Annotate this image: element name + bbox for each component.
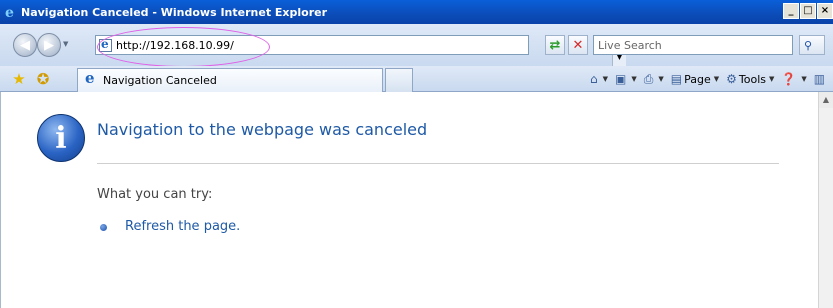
- refresh-icon: ⇄: [549, 37, 561, 53]
- command-bar: ⌂ ▼ ▣ ▼ ⎙ ▼ ▤ Page ▼ ⚙ Tools ▼ ❓ ▼ ▥: [590, 70, 833, 88]
- stop-button[interactable]: ✕: [568, 35, 588, 55]
- bullet-icon: [100, 224, 107, 231]
- tab-label: Navigation Canceled: [103, 74, 217, 87]
- close-button[interactable]: ×: [817, 3, 833, 19]
- search-button[interactable]: ⚲: [799, 35, 825, 55]
- stop-icon: ✕: [572, 37, 584, 53]
- home-button[interactable]: ⌂ ▼: [590, 72, 608, 86]
- research-icon: ▥: [813, 72, 826, 86]
- add-favorites-icon[interactable]: ✪: [35, 71, 51, 87]
- back-button[interactable]: ◀: [13, 33, 37, 57]
- window-title: Navigation Canceled - Windows Internet E…: [21, 5, 328, 19]
- try-label: What you can try:: [97, 187, 213, 202]
- print-dropdown-icon: ▼: [658, 75, 664, 83]
- forward-button[interactable]: ▶: [37, 33, 61, 57]
- ie-logo-icon: e: [3, 4, 19, 20]
- page-menu-label: Page: [684, 72, 711, 86]
- search-icon: ⚲: [804, 38, 813, 52]
- page-heading: Navigation to the webpage was canceled: [97, 120, 428, 139]
- maximize-button[interactable]: □: [800, 3, 816, 19]
- research-button[interactable]: ▥: [814, 72, 827, 86]
- minimize-button[interactable]: _: [783, 3, 799, 19]
- info-icon: i: [37, 114, 85, 162]
- search-placeholder: Live Search: [598, 38, 662, 52]
- feeds-dropdown-icon: ▼: [631, 75, 637, 83]
- page-content: i Navigation to the webpage was canceled…: [0, 92, 818, 308]
- tab-page-icon: [84, 69, 99, 88]
- tools-menu-label: Tools: [738, 72, 766, 86]
- tab-navigation-canceled[interactable]: Navigation Canceled: [77, 68, 383, 92]
- tools-menu-button[interactable]: ⚙ Tools ▼: [726, 72, 774, 86]
- help-icon: ❓: [781, 72, 797, 86]
- forward-arrow-icon: ▶: [44, 37, 54, 53]
- print-button[interactable]: ⎙ ▼: [644, 72, 664, 87]
- svg-text:e: e: [5, 5, 14, 19]
- page-icon: [99, 37, 112, 52]
- feeds-button[interactable]: ▣ ▼: [615, 72, 637, 86]
- feeds-icon: ▣: [615, 72, 627, 86]
- tab-row: ★ ✪ Navigation Canceled ⌂ ▼ ▣ ▼ ⎙ ▼ ▤ Pa…: [0, 66, 833, 92]
- help-button[interactable]: ❓ ▼: [781, 72, 806, 86]
- page-menu-button[interactable]: ▤ Page ▼: [671, 72, 719, 86]
- address-row: ◀ ▶ ▼ http://192.168.10.99/ ▼ ⇄ ✕ Live S…: [0, 24, 833, 66]
- home-dropdown-icon: ▼: [602, 75, 609, 83]
- recent-pages-dropdown-icon[interactable]: ▼: [63, 40, 68, 48]
- tools-dropdown-icon: ▼: [769, 75, 775, 83]
- refresh-button[interactable]: ⇄: [545, 35, 565, 55]
- help-dropdown-icon: ▼: [801, 75, 807, 83]
- page-dropdown-icon: ▼: [713, 75, 720, 83]
- new-tab-button[interactable]: [385, 68, 413, 92]
- url-text[interactable]: http://192.168.10.99/: [116, 39, 234, 52]
- window-controls: _ □ ×: [782, 3, 833, 19]
- title-bar: e Navigation Canceled - Windows Internet…: [0, 0, 833, 24]
- scroll-up-arrow-icon[interactable]: ▲: [819, 92, 833, 108]
- vertical-scrollbar[interactable]: ▲: [818, 92, 833, 308]
- print-icon: ⎙: [643, 71, 654, 86]
- home-icon: ⌂: [590, 72, 598, 86]
- page-menu-icon: ▤: [670, 72, 683, 86]
- refresh-page-link[interactable]: Refresh the page.: [125, 219, 240, 234]
- favorites-star-icon[interactable]: ★: [11, 71, 27, 87]
- search-input[interactable]: Live Search: [593, 35, 793, 55]
- back-arrow-icon: ◀: [20, 37, 30, 53]
- address-bar[interactable]: http://192.168.10.99/ ▼: [95, 35, 626, 66]
- gear-icon: ⚙: [726, 72, 737, 86]
- divider: [97, 163, 779, 164]
